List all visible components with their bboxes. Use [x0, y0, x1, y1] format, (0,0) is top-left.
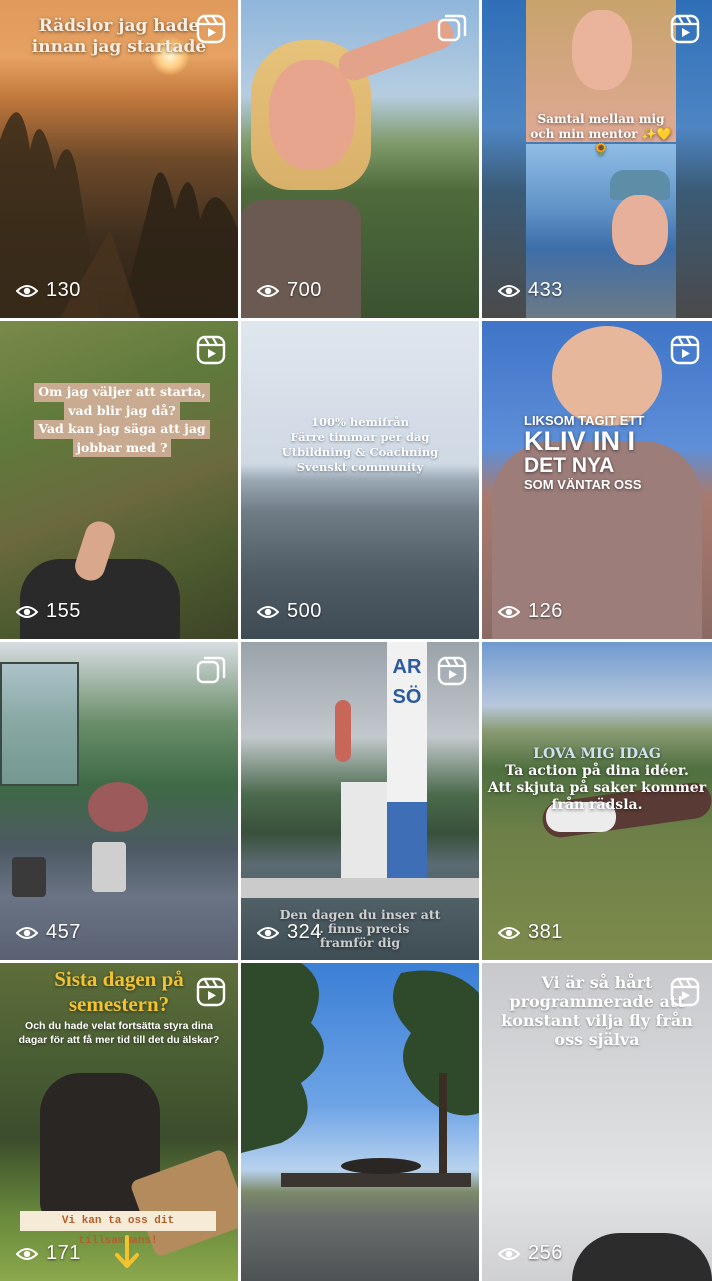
view-count-value: 126 [528, 600, 563, 622]
view-count-value: 433 [528, 279, 563, 301]
reel-icon [670, 14, 700, 44]
eye-icon [498, 284, 520, 297]
trees-shape [241, 963, 479, 1187]
reel-icon [437, 656, 467, 686]
tower-sign: ARSÖ [392, 656, 422, 708]
reel-icon [196, 977, 226, 1007]
view-count-value: 381 [528, 921, 563, 943]
tile-caption: LOVA MIG IDAG Ta action på dina idéer. At… [487, 746, 707, 813]
grid-tile-2[interactable]: 700 [241, 0, 479, 318]
reel-icon [196, 14, 226, 44]
view-count-value: 171 [46, 1242, 81, 1264]
plant-shape [88, 782, 148, 832]
tile-caption: Samtal mellan mig och min mentor ✨💛🌻 [530, 112, 672, 156]
view-count: 171 [16, 1242, 81, 1265]
face-shape [552, 326, 662, 426]
view-count: 381 [498, 921, 563, 944]
pier-shape [241, 878, 479, 898]
grid-tile-3[interactable]: Samtal mellan mig och min mentor ✨💛🌻 433 [482, 0, 712, 318]
tile-caption: Och du hade velat fortsätta styra dina da… [18, 1020, 220, 1046]
view-count-value: 155 [46, 600, 81, 622]
grid-tile-8[interactable]: ARSÖ Den dagen du inser att... finns pre… [241, 642, 479, 960]
grid-tile-11[interactable] [241, 963, 479, 1281]
tile-caption: 100% hemifrån Färre timmar per dag Utbildn… [281, 415, 439, 474]
view-count: 155 [16, 600, 81, 623]
reels-grid: Rädslor jag hade innan jag startade 130 7… [0, 0, 712, 1281]
pot-shape [92, 842, 126, 892]
view-count: 433 [498, 279, 563, 302]
view-count: 700 [257, 279, 322, 302]
reel-icon [670, 977, 700, 1007]
eye-icon [498, 1247, 520, 1260]
eye-icon [257, 926, 279, 939]
pot-shape-2 [12, 857, 46, 897]
grid-tile-10[interactable]: Sista dagen på semestern? Och du hade vel… [0, 963, 238, 1281]
view-count-value: 256 [528, 1242, 563, 1264]
eye-icon [498, 605, 520, 618]
view-count: 500 [257, 600, 322, 623]
diver-shape [335, 700, 351, 762]
tile-caption: LIKSOM TAGIT ETT KLIV IN I DET NYA SOM V… [524, 413, 645, 492]
reel-icon [196, 335, 226, 365]
view-count: 457 [16, 921, 81, 944]
face-shape [269, 60, 355, 170]
view-count-value: 700 [287, 279, 322, 301]
grid-tile-12[interactable]: Vi är så hårt programmerade att konstant v… [482, 963, 712, 1281]
carousel-icon [196, 656, 226, 684]
view-count-value: 130 [46, 279, 81, 301]
eye-icon [16, 1247, 38, 1260]
eye-icon [498, 926, 520, 939]
grid-tile-4[interactable]: Om jag väljer att starta, vad blir jag d… [0, 321, 238, 639]
reel-icon [670, 335, 700, 365]
tile-caption: Om jag väljer att starta, vad blir jag d… [34, 383, 210, 457]
eye-icon [16, 926, 38, 939]
grid-tile-9[interactable]: LOVA MIG IDAG Ta action på dina idéer. At… [482, 642, 712, 960]
grid-tile-5[interactable]: 100% hemifrån Färre timmar per dag Utbildn… [241, 321, 479, 639]
grid-tile-7[interactable]: 457 [0, 642, 238, 960]
platform-shape [341, 782, 387, 882]
eye-icon [16, 284, 38, 297]
carousel-icon [437, 14, 467, 42]
tower-blue-shape [387, 802, 427, 880]
view-count: 126 [498, 600, 563, 623]
view-count-value: 324 [287, 921, 322, 943]
eye-icon [16, 605, 38, 618]
arrow-down-icon [115, 1235, 139, 1268]
grid-tile-6[interactable]: LIKSOM TAGIT ETT KLIV IN I DET NYA SOM V… [482, 321, 712, 639]
view-count-value: 500 [287, 600, 322, 622]
eye-icon [257, 605, 279, 618]
tile-thumbnail [241, 321, 479, 639]
face-shape [572, 10, 632, 90]
tile-footer-label: Vi kan ta oss dit tillsammans! [20, 1211, 216, 1247]
view-count: 324 [257, 921, 322, 944]
face-shape-2 [612, 195, 668, 265]
view-count: 130 [16, 279, 81, 302]
view-count-value: 457 [46, 921, 81, 943]
greenhouse-shape [0, 662, 79, 786]
eye-icon [257, 284, 279, 297]
view-count: 256 [498, 1242, 563, 1265]
grid-tile-1[interactable]: Rädslor jag hade innan jag startade 130 [0, 0, 238, 318]
